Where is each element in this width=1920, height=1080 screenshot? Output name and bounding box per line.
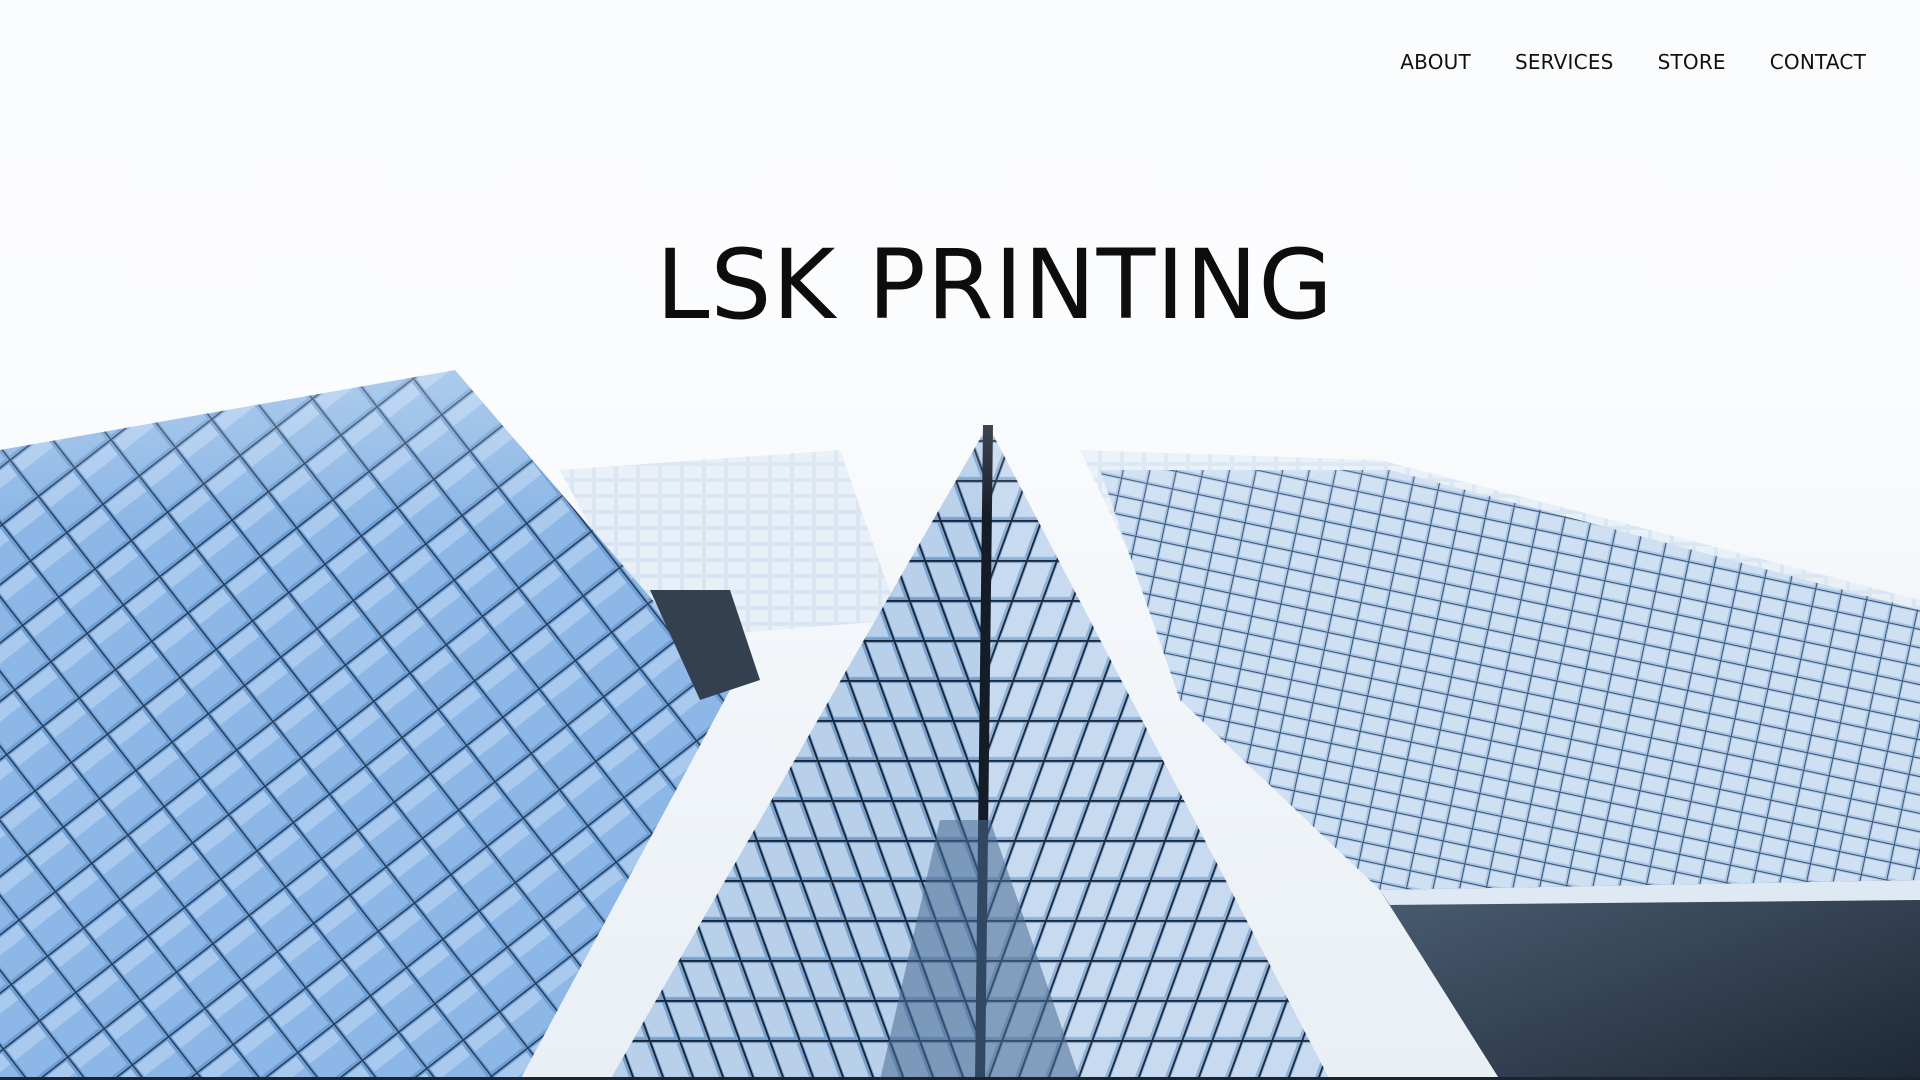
nav-about-link[interactable]: ABOUT [1400, 50, 1471, 74]
landing-page: ABOUT SERVICES STORE CONTACT LSK PRINTIN… [0, 0, 1920, 1080]
hero-title: LSK PRINTING [656, 229, 1334, 341]
nav-store-link[interactable]: STORE [1658, 50, 1726, 74]
hero-background-image [0, 0, 1920, 1080]
nav-services-link[interactable]: SERVICES [1515, 50, 1614, 74]
nav-contact-link[interactable]: CONTACT [1770, 50, 1866, 74]
main-nav: ABOUT SERVICES STORE CONTACT [1400, 50, 1866, 74]
